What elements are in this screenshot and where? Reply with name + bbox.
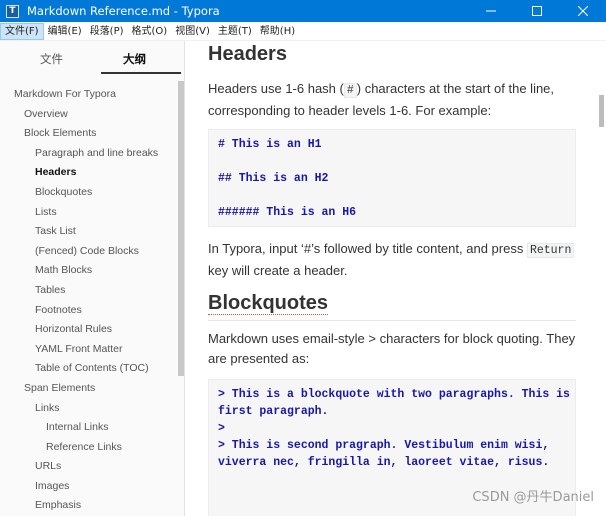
outline-item[interactable]: Footnotes [0, 301, 178, 321]
sidebar-scrollbar-thumb[interactable] [178, 81, 184, 376]
title-bar: T Markdown Reference.md - Typora [0, 0, 606, 22]
code-line: # This is an H1 [218, 138, 322, 151]
menu-file[interactable]: 文件(F) [0, 22, 44, 40]
code-line: first paragraph. [218, 405, 329, 418]
menu-help[interactable]: 帮助(H) [256, 23, 299, 40]
sidebar: 文件 大纲 Markdown For Typora Overview Block E… [0, 41, 185, 516]
menu-edit[interactable]: 编辑(E) [44, 23, 86, 40]
menu-bar: 文件(F) 编辑(E) 段落(P) 格式(O) 视图(V) 主题(T) 帮助(H… [0, 22, 606, 41]
minimize-icon [486, 10, 496, 12]
return-inline-code: Return [526, 243, 575, 258]
outline-item[interactable]: Tables [0, 281, 178, 301]
headers-para-text-3: corresponding to header levels 1-6. For … [208, 103, 492, 118]
heading-blockquotes: Blockquotes [208, 292, 329, 315]
outline-item[interactable]: Images [0, 477, 178, 497]
hash-inline-code: # [343, 83, 357, 98]
tab-files[interactable]: 文件 [40, 51, 63, 67]
typora-para-text-1: In Typora, input ‘#’s followed by title … [208, 241, 527, 256]
typora-para-text-2: key will create a header. [208, 263, 348, 278]
outline-item[interactable]: Block Elements [0, 124, 178, 144]
outline-item[interactable]: Headers [0, 163, 178, 183]
window-title: Markdown Reference.md - Typora [27, 4, 220, 18]
tab-outline[interactable]: 大纲 [123, 51, 146, 67]
heading-rule [208, 320, 576, 321]
outline-item[interactable]: Span Elements [0, 379, 178, 399]
code-line: ## This is an H2 [218, 172, 329, 185]
menu-view[interactable]: 视图(V) [171, 23, 214, 40]
outline-item[interactable]: Links [0, 399, 178, 419]
menu-format[interactable]: 格式(O) [128, 23, 172, 40]
code-line: > [218, 422, 225, 435]
outline-item[interactable]: Table of Contents (TOC) [0, 359, 178, 379]
menu-paragraph[interactable]: 段落(P) [86, 23, 128, 40]
outline-item[interactable]: Emphasis [0, 496, 178, 516]
outline-item[interactable]: Internal Links [0, 418, 178, 438]
maximize-icon [532, 6, 542, 16]
menu-theme[interactable]: 主题(T) [214, 23, 256, 40]
headers-para-text-2: ) characters at the start of the line, [356, 81, 555, 96]
close-icon [578, 6, 588, 16]
bq-para-text-1: Markdown uses email-style > characters f… [208, 331, 576, 346]
code-line: ###### This is an H6 [218, 206, 357, 219]
typora-paragraph: In Typora, input ‘#’s followed by title … [208, 239, 578, 281]
code-line: viverra nec, fringilla in, laoreet vitae… [218, 456, 550, 469]
outline-item[interactable]: Task List [0, 222, 178, 242]
code-line: > This is a blockquote with two paragrap… [218, 388, 570, 401]
heading-headers: Headers [208, 43, 287, 65]
bq-para-text-2: are presented as: [208, 351, 310, 366]
blockquotes-paragraph: Markdown uses email-style > characters f… [208, 329, 578, 369]
window-controls [468, 0, 606, 22]
outline-item[interactable]: (Fenced) Code Blocks [0, 242, 178, 262]
outline-item[interactable]: URLs [0, 457, 178, 477]
minimize-button[interactable] [468, 0, 514, 22]
sidebar-tabs: 文件 大纲 [0, 41, 184, 77]
code-block-headers[interactable]: # This is an H1 ## This is an H2 ###### … [208, 129, 576, 227]
outline-item[interactable]: Horizontal Rules [0, 320, 178, 340]
typora-app-icon: T [6, 4, 19, 18]
outline-item[interactable]: Math Blocks [0, 261, 178, 281]
outline-item[interactable]: YAML Front Matter [0, 340, 178, 360]
outline-item[interactable]: Overview [0, 105, 178, 125]
outline-item[interactable]: Blockquotes [0, 183, 178, 203]
outline-item[interactable]: Lists [0, 203, 178, 223]
close-button[interactable] [560, 0, 606, 22]
active-tab-indicator [101, 72, 181, 74]
headers-paragraph: Headers use 1-6 hash (#) characters at t… [208, 79, 578, 121]
outline-list: Markdown For Typora Overview Block Element… [0, 85, 178, 516]
content-scrollbar-thumb[interactable] [599, 95, 604, 127]
outline-item[interactable]: Reference Links [0, 438, 178, 458]
code-line: > This is second pragraph. Vestibulum en… [218, 439, 550, 452]
outline-item[interactable]: Markdown For Typora [0, 85, 178, 105]
heading-blockquotes-text: Blockquotes [208, 292, 329, 315]
watermark: CSDN @丹牛Daniel [472, 490, 594, 505]
outline-item[interactable]: Paragraph and line breaks [0, 144, 178, 164]
editor-content[interactable]: Headers Headers use 1-6 hash (#) charact… [185, 41, 606, 516]
headers-para-text-1: Headers use 1-6 hash ( [208, 81, 344, 96]
maximize-button[interactable] [514, 0, 560, 22]
